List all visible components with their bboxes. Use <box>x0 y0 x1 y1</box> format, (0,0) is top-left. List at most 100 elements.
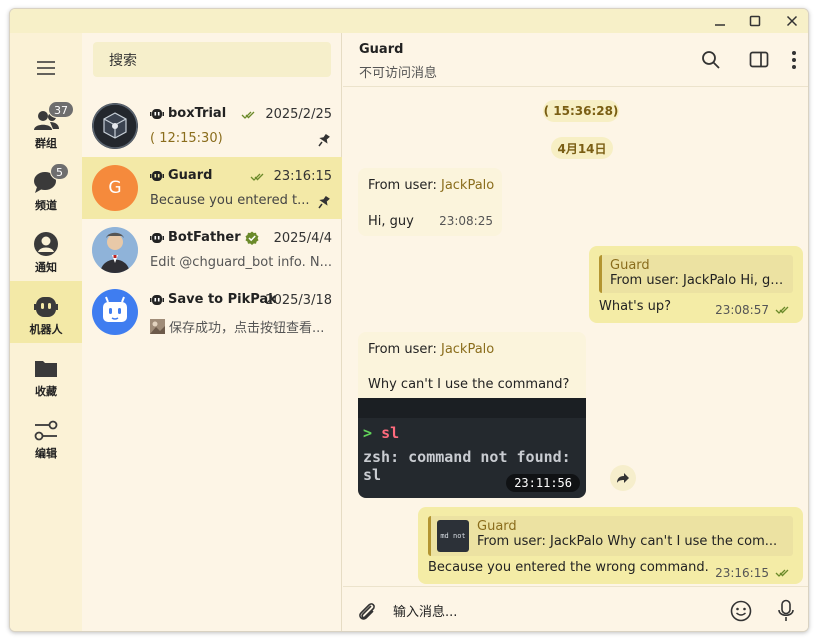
chat-view: Guard 不可访问消息 ( 15:36:28) 4月14日 From user… <box>343 33 808 631</box>
media-thumbnail-icon <box>150 319 165 334</box>
message-text: Hi, guy <box>368 214 414 229</box>
user-mention[interactable]: JackPalo <box>441 178 494 193</box>
search-button[interactable] <box>700 49 722 71</box>
maximize-button[interactable] <box>744 11 766 31</box>
chat-title: Guard <box>359 42 404 57</box>
chat-name: Guard <box>150 168 212 183</box>
forward-button[interactable] <box>610 465 636 491</box>
attach-button[interactable] <box>355 599 379 623</box>
avatar <box>92 289 138 335</box>
chat-list: 搜索 boxTrial 2025/2/25 ( 12:15:30) G Guar… <box>82 33 342 631</box>
message-time: 23:08:57 <box>715 303 793 317</box>
double-check-icon <box>775 569 789 577</box>
unread-badge: 37 <box>48 101 74 118</box>
pin-icon <box>318 133 330 147</box>
sidebar-item-groups[interactable]: 37 群组 <box>10 95 82 157</box>
message-time: 23:11:56 <box>506 474 580 492</box>
bot-icon <box>150 294 164 305</box>
chat-header[interactable]: Guard 不可访问消息 <box>343 33 808 87</box>
message-sender-line: From user: JackPalo <box>368 178 495 193</box>
sidebar-item-label: 编辑 <box>35 447 57 460</box>
bot-icon <box>150 170 164 181</box>
sidebar-item-label: 收藏 <box>35 385 57 398</box>
minimize-button[interactable] <box>709 11 731 31</box>
quote-author: Guard <box>610 258 650 273</box>
chat-name: Save to PikPak <box>150 292 277 307</box>
chat-preview: Edit @chguard_bot info. N... <box>150 255 332 270</box>
avatar: G <box>92 165 138 211</box>
chat-preview: 保存成功，点击按钮查看... <box>150 317 332 336</box>
terminal-title-bar <box>358 398 586 418</box>
message-time: 23:08:25 <box>439 214 493 228</box>
sidebar-item-bots[interactable]: 机器人 <box>10 281 82 343</box>
side-panel-button[interactable] <box>748 49 770 71</box>
chat-item-guard[interactable]: G Guard 23:16:15 Because you entered t..… <box>82 157 342 219</box>
search-placeholder: 搜索 <box>109 52 137 69</box>
quote-text: From user: JackPalo Hi, guy <box>610 273 785 288</box>
quote-author: Guard <box>477 519 517 534</box>
close-button[interactable] <box>781 11 803 31</box>
sidebar-item-saved[interactable]: 收藏 <box>10 343 82 405</box>
sidebar-item-notifications[interactable]: 通知 <box>10 219 82 281</box>
hamburger-icon <box>37 61 55 75</box>
message-input[interactable]: 输入消息... <box>393 601 457 620</box>
user-mention[interactable]: JackPalo <box>441 342 494 357</box>
double-check-icon <box>775 306 789 314</box>
cube-logo-icon <box>92 103 138 149</box>
chat-preview: Because you entered t... <box>150 193 310 208</box>
message-sender-line: From user: JackPalo <box>368 342 495 357</box>
double-check-icon <box>241 111 255 119</box>
chat-item-pikpak[interactable]: Save to PikPak 2025/3/18 保存成功，点击按钮查看... <box>82 281 342 343</box>
chat-time: 2025/4/4 <box>273 231 332 246</box>
message-text: What's up? <box>599 299 672 314</box>
bot-icon <box>150 232 164 243</box>
sidebar-item-label: 群组 <box>35 137 57 150</box>
sidebar-item-edit[interactable]: 编辑 <box>10 405 82 467</box>
verified-icon <box>245 231 259 245</box>
close-icon <box>786 15 798 27</box>
message-text: Why can't I use the command? <box>368 377 570 392</box>
minimize-icon <box>715 24 725 26</box>
emoji-button[interactable] <box>729 599 753 623</box>
microphone-icon <box>778 599 794 621</box>
chat-status: 不可访问消息 <box>359 66 438 81</box>
sidebar-item-label: 频道 <box>35 199 57 212</box>
title-bar <box>10 9 808 33</box>
voice-button[interactable] <box>774 599 798 623</box>
chat-time: 23:16:15 <box>250 169 332 184</box>
chat-item-botfather[interactable]: BotFather 2025/4/4 Edit @chguard_bot inf… <box>82 219 342 281</box>
more-button[interactable] <box>783 49 805 71</box>
incoming-message[interactable]: From user: JackPalo Why can't I use the … <box>358 332 586 498</box>
app-window: 37 群组 5 频道 通知 机器人 收藏 编辑 搜索 boxTrial 2025… <box>9 8 809 632</box>
pin-icon <box>318 195 330 209</box>
chat-preview: ( 12:15:30) <box>150 131 223 146</box>
reply-quote[interactable]: md not Guard From user: JackPalo Why can… <box>428 516 793 556</box>
sidebar-item-channels[interactable]: 5 频道 <box>10 157 82 219</box>
bot-icon <box>150 108 164 119</box>
message-time: 23:16:15 <box>715 566 793 580</box>
avatar <box>92 103 138 149</box>
screenshot-image[interactable]: > sl zsh: command not found: sl 23:11:56 <box>358 398 586 498</box>
chat-time: 2025/2/25 <box>241 107 332 122</box>
service-message: ( 15:36:28) <box>543 100 619 122</box>
chat-name: BotFather <box>150 230 259 245</box>
chat-item-boxtrial[interactable]: boxTrial 2025/2/25 ( 12:15:30) <box>82 95 342 157</box>
side-panel-icon <box>749 51 769 68</box>
outgoing-message[interactable]: Guard From user: JackPalo Hi, guy What's… <box>589 246 803 323</box>
chat-time: 2025/3/18 <box>265 293 332 308</box>
paperclip-icon <box>359 603 375 620</box>
reply-quote[interactable]: Guard From user: JackPalo Hi, guy <box>599 255 793 293</box>
sidebar-item-label: 机器人 <box>29 323 63 336</box>
user-circle-icon <box>34 232 58 256</box>
outgoing-message[interactable]: md not Guard From user: JackPalo Why can… <box>418 507 803 584</box>
date-separator: 4月14日 <box>551 137 613 159</box>
search-input[interactable]: 搜索 <box>93 42 331 77</box>
chat-name: boxTrial <box>150 106 226 121</box>
incoming-message[interactable]: From user: JackPalo Hi, guy 23:08:25 <box>358 168 502 236</box>
pikpak-logo-icon <box>103 296 127 322</box>
message-text: Because you entered the wrong command. <box>428 560 709 575</box>
unread-badge: 5 <box>50 163 69 180</box>
avatar <box>92 227 138 273</box>
terminal-command-line: > sl <box>363 424 400 442</box>
menu-button[interactable] <box>34 60 58 76</box>
